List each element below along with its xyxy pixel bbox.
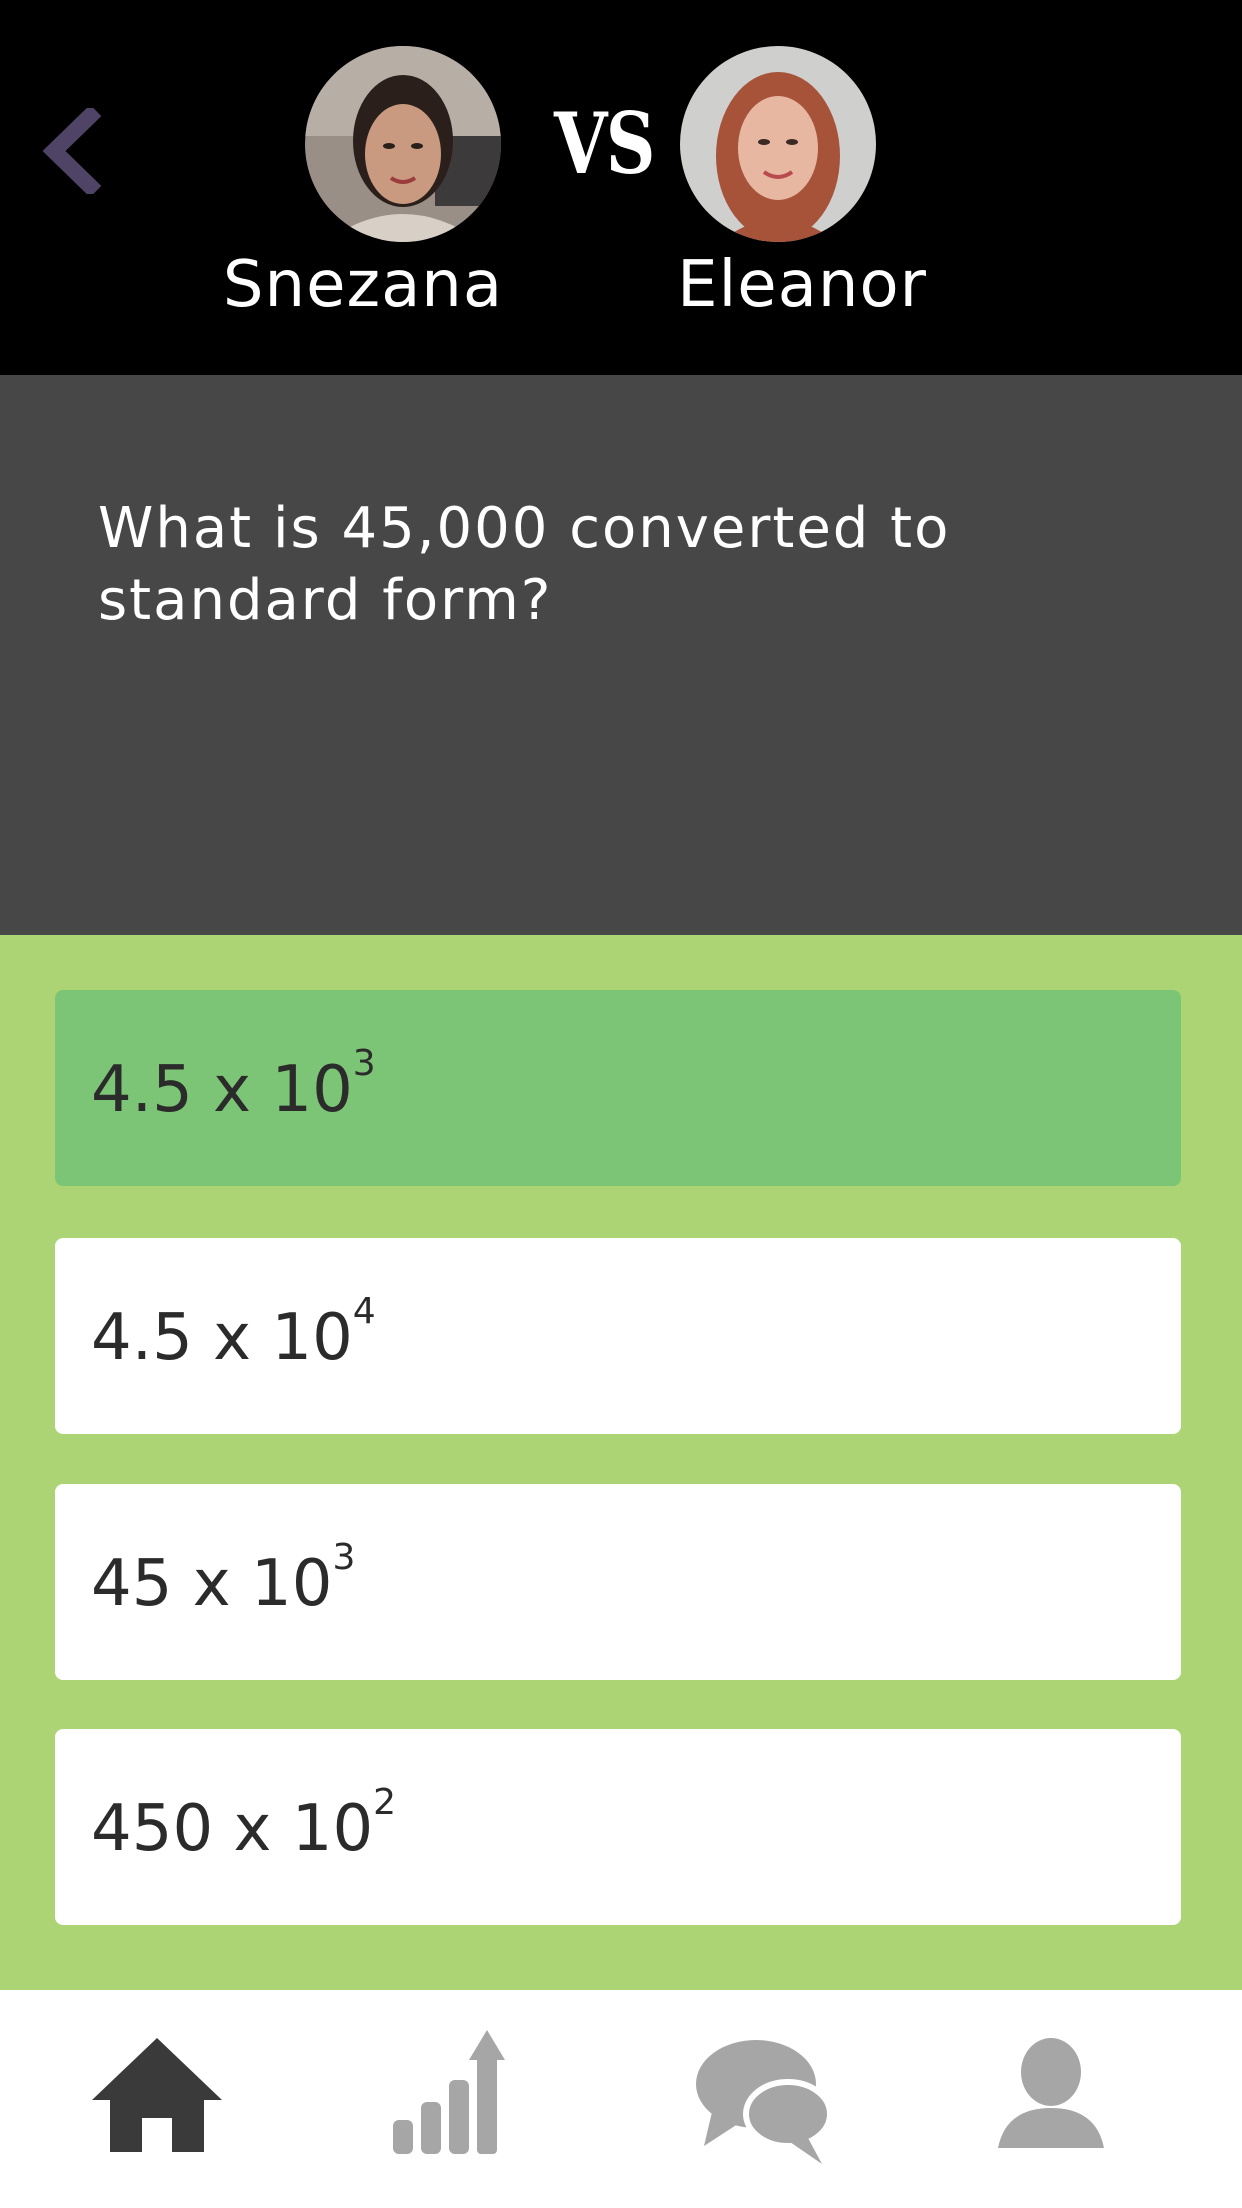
answer-exponent: 3 xyxy=(332,1537,356,1578)
player1-avatar xyxy=(305,46,501,242)
answer-base: 4.5 x 10 xyxy=(91,1301,353,1375)
answer-text: 450 x 102 xyxy=(91,1783,396,1869)
nav-profile[interactable] xyxy=(976,2020,1126,2170)
profile-icon xyxy=(998,2038,1104,2148)
answer-base: 45 x 10 xyxy=(91,1547,333,1621)
nav-home[interactable] xyxy=(82,2020,232,2170)
question-text: What is 45,000 converted to standard for… xyxy=(98,496,951,633)
answer-option-2[interactable]: 4.5 x 104 xyxy=(55,1238,1181,1434)
answer-exponent: 4 xyxy=(352,1291,376,1332)
bottom-nav xyxy=(0,1990,1242,2208)
answer-option-4[interactable]: 450 x 102 xyxy=(55,1729,1181,1925)
home-icon xyxy=(92,2038,222,2152)
answer-option-3[interactable]: 45 x 103 xyxy=(55,1484,1181,1680)
chevron-left-icon xyxy=(42,104,102,198)
player2-name: Eleanor xyxy=(677,248,927,322)
answer-option-1[interactable]: 4.5 x 103 xyxy=(55,990,1181,1186)
question-panel: What is 45,000 converted to standard for… xyxy=(0,375,1242,935)
player1-name: Snezana xyxy=(222,248,504,322)
nav-stats[interactable] xyxy=(373,2020,523,2170)
nav-chat[interactable] xyxy=(690,2020,840,2170)
answer-text: 4.5 x 104 xyxy=(91,1292,376,1378)
answer-base: 4.5 x 10 xyxy=(91,1053,353,1127)
answer-base: 450 x 10 xyxy=(91,1792,374,1866)
answer-text: 45 x 103 xyxy=(91,1538,355,1624)
player2-avatar xyxy=(680,46,876,242)
match-header: VS Snezana Eleanor xyxy=(0,0,1242,375)
back-button[interactable] xyxy=(38,104,108,198)
versus-label: VS xyxy=(554,94,656,193)
answer-text: 4.5 x 103 xyxy=(91,1044,376,1130)
answer-exponent: 3 xyxy=(352,1043,376,1084)
stats-icon xyxy=(393,2030,505,2154)
chat-icon xyxy=(696,2040,833,2164)
answers-panel: 4.5 x 103 4.5 x 104 45 x 103 450 x 102 xyxy=(0,935,1242,1990)
answer-exponent: 2 xyxy=(373,1782,397,1823)
